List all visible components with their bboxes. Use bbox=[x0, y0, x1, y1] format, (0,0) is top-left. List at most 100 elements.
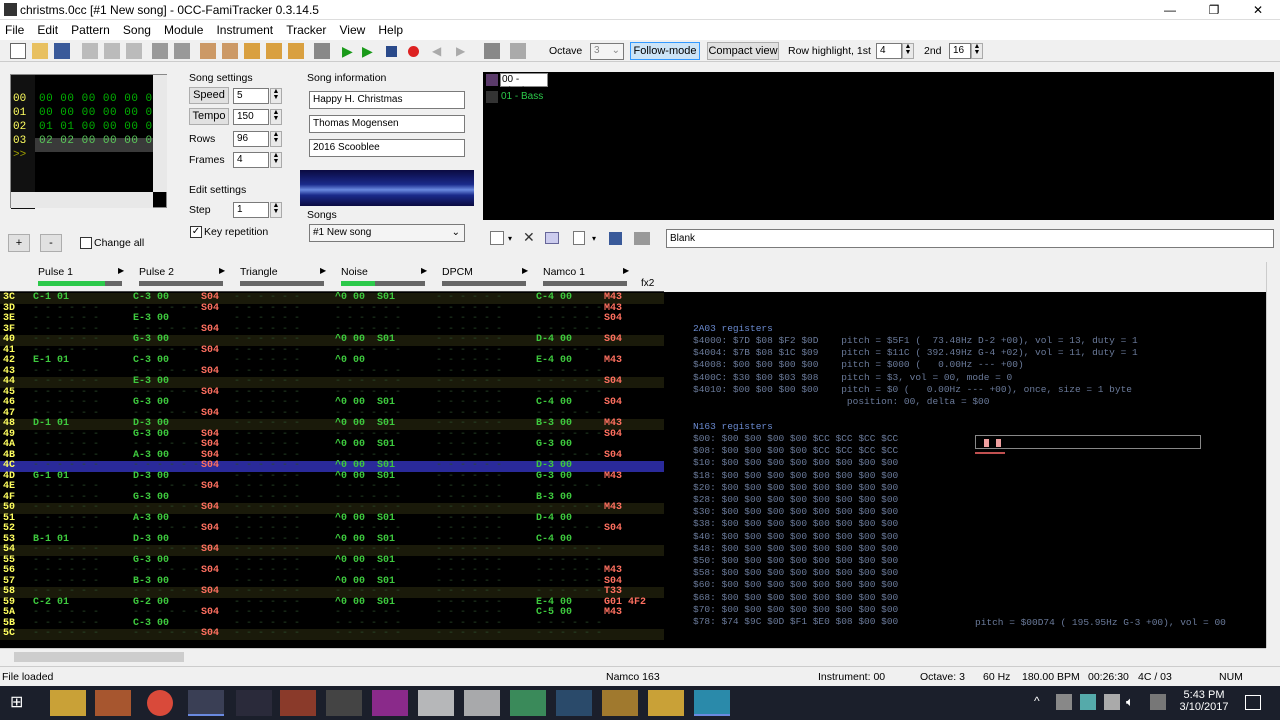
pattern-row[interactable]: 5A - - - - - - - - - - - - - - - - - - - - -… bbox=[0, 607, 664, 619]
pattern-row[interactable]: 42 E-1 01 C-3 00 - - - - - - ^0 00 - - - - - … bbox=[0, 355, 664, 367]
note-cell[interactable]: - - - - - - bbox=[234, 439, 300, 451]
remove-frame-icon[interactable] bbox=[222, 43, 238, 59]
insert-frame-icon[interactable] bbox=[200, 43, 216, 59]
note-cell[interactable]: - - - - - - bbox=[335, 376, 401, 388]
note-cell[interactable]: - - - - - - bbox=[536, 523, 602, 535]
taskbar-app-icon[interactable] bbox=[372, 690, 408, 716]
pattern-row[interactable]: 52 - - - - - - - - - - - - - - - - - - - - -… bbox=[0, 523, 664, 535]
stop-icon[interactable] bbox=[386, 46, 397, 57]
remove-instrument-icon[interactable]: ✕ bbox=[523, 229, 535, 246]
channel-expand-icon[interactable]: ▶ bbox=[522, 266, 528, 275]
effect-cell[interactable]: S04 bbox=[201, 303, 219, 315]
key-repetition-checkbox[interactable]: ✓ bbox=[190, 226, 202, 238]
note-cell[interactable]: - - - - - - bbox=[436, 439, 502, 451]
pattern-row[interactable]: 5C - - - - - - - - - - - - - - - - - - - - -… bbox=[0, 628, 664, 640]
save-icon[interactable] bbox=[54, 43, 70, 59]
note-cell[interactable]: - - - - - - bbox=[33, 460, 99, 472]
effect-cell[interactable]: M43 bbox=[604, 418, 622, 430]
taskbar-app-icon[interactable] bbox=[602, 690, 638, 716]
channel-name[interactable]: DPCM bbox=[442, 266, 473, 278]
effect-cell[interactable]: S04 bbox=[604, 450, 622, 462]
note-cell[interactable]: E-4 00 bbox=[536, 355, 572, 367]
pattern-row[interactable]: 54 - - - - - - - - - - - - - - - - - - - - -… bbox=[0, 544, 664, 556]
effect-cell[interactable]: S04 bbox=[201, 628, 219, 640]
effect-cell[interactable]: S04 bbox=[201, 481, 219, 493]
note-cell[interactable]: - - - - - - bbox=[335, 607, 401, 619]
note-cell[interactable]: ^0 00 S01 bbox=[335, 292, 395, 304]
note-cell[interactable]: - - - - - - bbox=[133, 628, 199, 640]
note-cell[interactable]: - - - - - - bbox=[436, 523, 502, 535]
channel-name[interactable]: Pulse 1 bbox=[38, 266, 73, 278]
note-cell[interactable]: ^0 00 S01 bbox=[335, 397, 395, 409]
effect-cell[interactable]: S04 bbox=[604, 313, 622, 325]
taskbar-app-icon[interactable] bbox=[464, 690, 500, 716]
remove-frame-button[interactable]: - bbox=[40, 234, 62, 252]
effect-cell[interactable]: S04 bbox=[201, 345, 219, 357]
note-cell[interactable]: - - - - - - bbox=[234, 418, 300, 430]
note-cell[interactable]: - - - - - - bbox=[436, 586, 502, 598]
rows-field[interactable]: 96 bbox=[233, 131, 269, 147]
note-cell[interactable]: ^0 00 S01 bbox=[335, 418, 395, 430]
instrument-name-field[interactable]: Blank bbox=[666, 229, 1274, 248]
follow-mode-button[interactable]: Follow-mode bbox=[630, 42, 700, 60]
steam-icon[interactable] bbox=[556, 690, 592, 716]
note-cell[interactable]: - - - - - - bbox=[133, 439, 199, 451]
note-cell[interactable]: - - - - - - bbox=[33, 334, 99, 346]
note-cell[interactable]: - - - - - - bbox=[436, 565, 502, 577]
channel-expand-icon[interactable]: ▶ bbox=[219, 266, 225, 275]
chevron-down-icon[interactable]: ▾ bbox=[508, 234, 512, 243]
new-instrument-icon[interactable] bbox=[490, 231, 504, 245]
note-cell[interactable]: - - - - - - bbox=[234, 334, 300, 346]
effect-cell[interactable]: M43 bbox=[604, 502, 622, 514]
note-cell[interactable]: - - - - - - bbox=[234, 460, 300, 472]
about-icon[interactable] bbox=[152, 43, 168, 59]
module-properties-icon[interactable] bbox=[314, 43, 330, 59]
note-cell[interactable]: - - - - - - bbox=[234, 628, 300, 640]
nsf-icon[interactable] bbox=[510, 43, 526, 59]
note-cell[interactable]: - - - - - - bbox=[234, 607, 300, 619]
note-cell[interactable]: - - - - - - bbox=[436, 334, 502, 346]
menu-tracker[interactable]: Tracker bbox=[281, 20, 331, 40]
copy-icon[interactable] bbox=[104, 43, 120, 59]
note-cell[interactable]: C-4 00 bbox=[536, 292, 572, 304]
move-up-icon[interactable] bbox=[266, 43, 282, 59]
effect-cell[interactable]: S04 bbox=[201, 565, 219, 577]
note-cell[interactable]: - - - - - - bbox=[33, 607, 99, 619]
note-cell[interactable]: D-4 00 bbox=[536, 334, 572, 346]
change-all-checkbox[interactable] bbox=[80, 237, 92, 249]
note-cell[interactable]: D-3 00 bbox=[133, 418, 169, 430]
taskbar-app-icon[interactable] bbox=[694, 690, 730, 716]
effect-cell[interactable]: S04 bbox=[201, 586, 219, 598]
note-cell[interactable]: C-1 01 bbox=[33, 292, 69, 304]
note-cell[interactable]: - - - - - - bbox=[335, 628, 401, 640]
note-cell[interactable]: C-4 00 bbox=[536, 397, 572, 409]
taskbar-folder-icon[interactable] bbox=[648, 690, 684, 716]
effect-cell[interactable]: S04 bbox=[201, 408, 219, 420]
note-cell[interactable]: - - - - - - bbox=[335, 544, 401, 556]
effect-cell[interactable]: S04 bbox=[201, 439, 219, 451]
menu-file[interactable]: File bbox=[0, 20, 29, 40]
clone-instrument-icon[interactable] bbox=[545, 232, 559, 244]
note-cell[interactable]: - - - - - - bbox=[335, 523, 401, 535]
effect-cell[interactable]: S04 bbox=[201, 292, 219, 304]
note-cell[interactable]: ^0 00 S01 bbox=[335, 460, 395, 472]
effect-cell[interactable]: S04 bbox=[604, 523, 622, 535]
note-cell[interactable]: - - - - - - bbox=[234, 355, 300, 367]
previous-track-icon[interactable]: ◀ bbox=[432, 43, 448, 59]
note-cell[interactable]: - - - - - - bbox=[234, 565, 300, 577]
note-cell[interactable]: - - - - - - bbox=[436, 313, 502, 325]
frame-row-data[interactable]: 02 02 00 00 00 02 bbox=[39, 135, 160, 147]
menu-edit[interactable]: Edit bbox=[32, 20, 63, 40]
note-cell[interactable]: - - - - - - bbox=[33, 439, 99, 451]
menu-module[interactable]: Module bbox=[159, 20, 208, 40]
effect-cell[interactable]: S04 bbox=[201, 607, 219, 619]
taskbar-app-icon[interactable] bbox=[236, 690, 272, 716]
note-cell[interactable]: - - - - - - bbox=[436, 355, 502, 367]
note-cell[interactable]: - - - - - - bbox=[436, 418, 502, 430]
note-cell[interactable]: - - - - - - bbox=[234, 544, 300, 556]
step-field[interactable]: 1 bbox=[233, 202, 269, 218]
note-cell[interactable]: - - - - - - bbox=[536, 481, 602, 493]
note-cell[interactable]: - - - - - - bbox=[33, 565, 99, 577]
frames-spinner[interactable]: ▲ ▼ bbox=[270, 152, 282, 168]
frame-list[interactable]: 00 00 00 00 00 00 00 01 00 00 00 00 00 0… bbox=[10, 74, 167, 209]
